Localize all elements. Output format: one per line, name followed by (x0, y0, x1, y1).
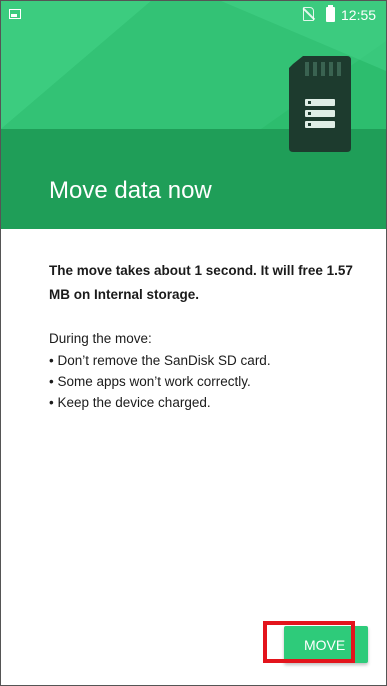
move-button[interactable]: MOVE (284, 626, 368, 663)
battery-icon (326, 5, 335, 22)
move-info: The move takes about 1 second. It will f… (49, 259, 359, 413)
warning-item: Some apps won’t work correctly. (49, 371, 359, 392)
status-time: 12:55 (341, 7, 377, 23)
move-summary: The move takes about 1 second. It will f… (49, 263, 353, 302)
sd-card-icon (289, 56, 351, 152)
warning-item: Keep the device charged. (49, 392, 359, 413)
header-banner: Move data now (1, 1, 386, 229)
warning-list: Don’t remove the SanDisk SD card. Some a… (49, 350, 359, 413)
no-sim-icon (303, 7, 314, 21)
screen-frame: Move data now 12:55 The move takes about… (0, 0, 387, 686)
status-bar: 12:55 (1, 1, 386, 29)
image-notification-icon (9, 9, 21, 19)
page-title: Move data now (49, 177, 212, 204)
warning-item: Don’t remove the SanDisk SD card. (49, 350, 359, 371)
during-move-heading: During the move: (49, 331, 152, 346)
